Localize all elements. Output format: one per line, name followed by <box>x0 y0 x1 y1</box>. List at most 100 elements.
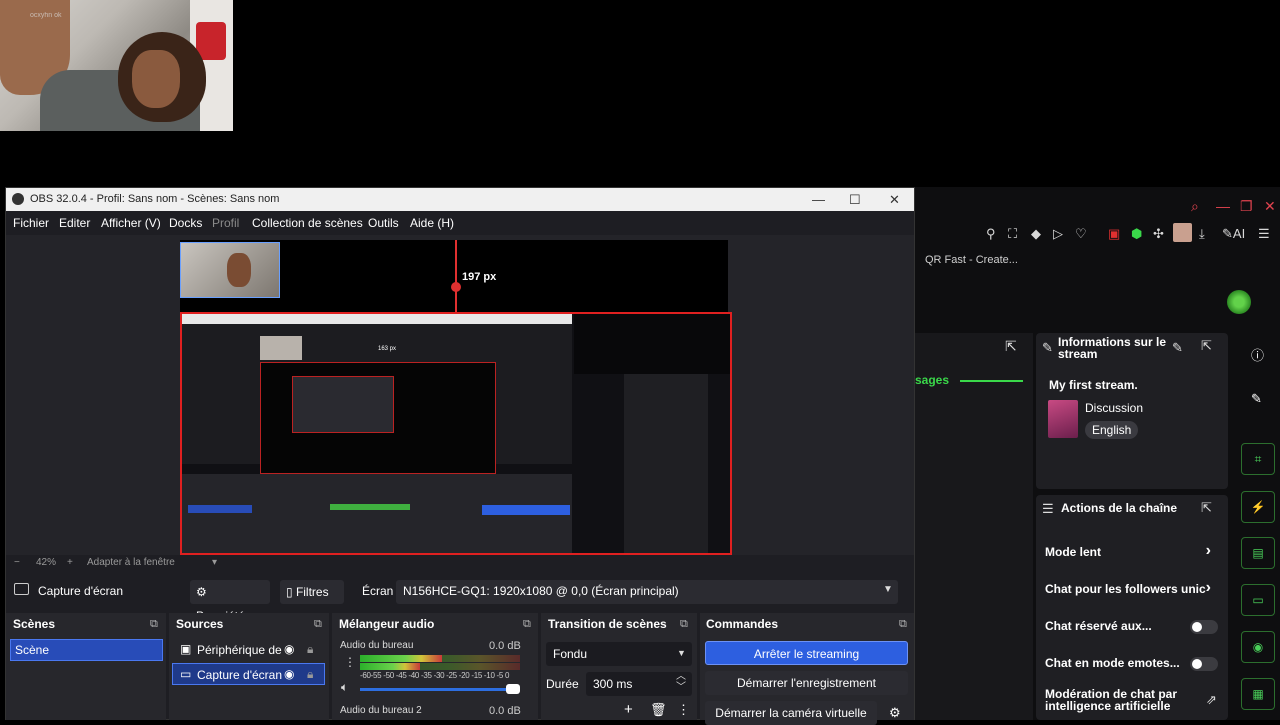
zoom-out-button[interactable]: − <box>14 557 20 568</box>
menu-edit[interactable]: Editer <box>59 216 90 230</box>
speaker-icon[interactable]: 🔈︎ <box>341 680 348 695</box>
source-item-selected[interactable]: ▭ Capture d'écran ◉ 🔒︎ <box>172 663 325 685</box>
properties-button[interactable]: ⚙ Propriétés <box>190 580 270 623</box>
sources-popout-icon[interactable]: ⧉ <box>314 618 322 631</box>
pocket-icon[interactable]: ◆ <box>1031 226 1041 242</box>
popout-actions-icon[interactable]: ⇱ <box>1201 500 1212 516</box>
category-thumbnail <box>1048 400 1078 438</box>
filters-button[interactable]: ▯ Filtres <box>280 580 344 604</box>
volume-slider-handle[interactable] <box>506 684 520 694</box>
close-icon[interactable]: ✕ <box>1264 198 1276 215</box>
stream-title: My first stream. <box>1049 378 1138 392</box>
more-transition-icon[interactable]: ⋮ <box>677 702 690 718</box>
action-slow-mode[interactable]: Mode lent › <box>1045 542 1225 559</box>
lock-icon[interactable]: 🔒︎ <box>307 667 313 682</box>
nested-panel <box>624 374 708 553</box>
rail-scan-button[interactable]: ⌗ <box>1241 443 1275 475</box>
minimize-icon[interactable]: — <box>1216 198 1230 214</box>
obs-close-icon[interactable]: ✕ <box>889 192 900 208</box>
more-options-icon[interactable]: ⋮ <box>344 655 356 669</box>
menu-file[interactable]: Fichier <box>13 216 49 230</box>
obs-window-title: OBS 32.0.4 - Profil: Sans nom - Scènes: … <box>30 193 280 205</box>
add-transition-icon[interactable]: + <box>624 701 633 718</box>
trash-icon[interactable]: 🗑︎ <box>650 702 667 718</box>
obs-minimize-icon[interactable]: — <box>812 192 825 207</box>
browser-tab-title[interactable]: QR Fast - Create... <box>925 254 1018 266</box>
zoom-in-button[interactable]: + <box>67 557 73 568</box>
eye-icon[interactable]: ◉ <box>284 667 294 681</box>
action-ai-moderation[interactable]: Modération de chat par intelligence arti… <box>1045 688 1185 712</box>
action-label: Chat en mode emotes... <box>1045 656 1180 670</box>
menu-icon[interactable]: ☰ <box>1258 226 1270 242</box>
edit-icon[interactable]: ✎ <box>1172 340 1183 356</box>
transitions-popout-icon[interactable]: ⧉ <box>680 618 688 631</box>
pencil-icon[interactable]: ✎ <box>1251 391 1262 407</box>
rail-broadcast-button[interactable]: ◉ <box>1241 631 1275 663</box>
language-badge: English <box>1085 421 1139 439</box>
messages-tab[interactable]: sages <box>915 373 949 387</box>
menu-scene-collection[interactable]: Collection de scènes <box>252 216 363 230</box>
controls-popout-icon[interactable]: ⧉ <box>899 618 907 631</box>
eye-icon[interactable]: ◉ <box>284 642 294 656</box>
popout-info-icon[interactable]: ⇱ <box>1201 338 1212 354</box>
menu-profile[interactable]: Profil <box>212 216 239 230</box>
nested-screen-capture[interactable]: 163 px <box>180 312 732 555</box>
profile-avatar[interactable] <box>1173 223 1192 242</box>
pin-icon[interactable]: ⚲ <box>986 226 996 242</box>
menu-help[interactable]: Aide (H) <box>410 216 454 230</box>
category-name[interactable]: Discussion <box>1085 401 1143 415</box>
mixer-popout-icon[interactable]: ⧉ <box>523 618 531 631</box>
menu-tools[interactable]: Outils <box>368 216 399 230</box>
zoom-level: 42% <box>36 557 57 568</box>
crop-icon[interactable]: ⛶ <box>1008 226 1017 242</box>
extension-icon[interactable] <box>1227 290 1251 314</box>
resize-handle[interactable] <box>451 282 461 292</box>
rail-chat-button[interactable]: ▭ <box>1241 584 1275 616</box>
scenes-popout-icon[interactable]: ⧉ <box>150 618 158 631</box>
volume-slider[interactable] <box>360 688 520 691</box>
menu-docks[interactable]: Docks <box>169 216 202 230</box>
rail-lightning-button[interactable]: ⚡ <box>1241 491 1275 523</box>
stream-info-title: Informations sur le stream <box>1058 335 1167 361</box>
distance-label: 197 px <box>462 271 497 283</box>
heart-icon[interactable]: ♡ <box>1075 226 1087 242</box>
camera-source-thumbnail[interactable] <box>180 242 280 298</box>
lock-icon[interactable]: 🔒︎ <box>307 642 313 657</box>
ai-label: AI <box>1232 226 1246 241</box>
obs-maximize-icon[interactable]: ☐ <box>849 192 861 208</box>
restore-icon[interactable]: ❐ <box>1240 198 1253 215</box>
zoom-dropdown-caret[interactable]: ▾ <box>212 557 217 568</box>
webcam-watermark: ocxyhn ok <box>30 12 62 19</box>
subscribers-chat-toggle[interactable] <box>1190 620 1218 634</box>
emotes-chat-toggle[interactable] <box>1190 657 1218 671</box>
duration-value: 300 ms <box>593 677 633 691</box>
transitions-title: Transition de scènes <box>548 617 667 631</box>
chat-panel <box>915 333 1033 720</box>
spin-arrows-icon[interactable]: ︿ ﹀ <box>676 671 686 693</box>
search-icon[interactable]: ⌕ <box>1191 198 1199 215</box>
chevron-down-icon: ▼ <box>677 648 686 658</box>
popout-icon[interactable]: ⇱ <box>1005 338 1017 355</box>
nested-scene <box>188 505 252 513</box>
puzzle-icon[interactable]: ✣ <box>1153 226 1164 242</box>
play-icon[interactable]: ▷ <box>1053 226 1063 242</box>
sources-title: Sources <box>176 617 224 631</box>
fit-window-label[interactable]: Adapter à la fenêtre <box>87 557 175 568</box>
gear-icon[interactable]: ⚙ <box>889 705 901 721</box>
source-item[interactable]: ▣ Périphérique de ◉ 🔒︎ <box>172 639 325 661</box>
menu-view[interactable]: Afficher (V) <box>101 216 161 230</box>
action-followers-chat[interactable]: Chat pour les followers unic › <box>1045 579 1225 596</box>
extension-badge-icon[interactable]: ▣ <box>1108 226 1120 242</box>
info-icon[interactable]: ⓘ <box>1251 345 1264 364</box>
messages-tab-underline <box>960 380 1023 382</box>
rail-layout-button[interactable]: ▦ <box>1241 678 1275 710</box>
download-icon[interactable]: ⤓ <box>1199 226 1205 242</box>
rail-document-button[interactable]: ▤ <box>1241 537 1275 569</box>
source-item-label: Périphérique de <box>197 643 282 657</box>
ai-icon[interactable]: ✎AI <box>1222 226 1245 242</box>
shield-icon[interactable]: ⬢ <box>1131 226 1142 242</box>
start-recording-button[interactable]: Démarrer l'enregistrement <box>705 671 908 695</box>
action-label: Chat réservé aux... <box>1045 619 1152 633</box>
stop-streaming-button[interactable]: Arrêter le streaming <box>705 641 908 665</box>
start-virtual-camera-button[interactable]: Démarrer la caméra virtuelle <box>705 701 877 725</box>
